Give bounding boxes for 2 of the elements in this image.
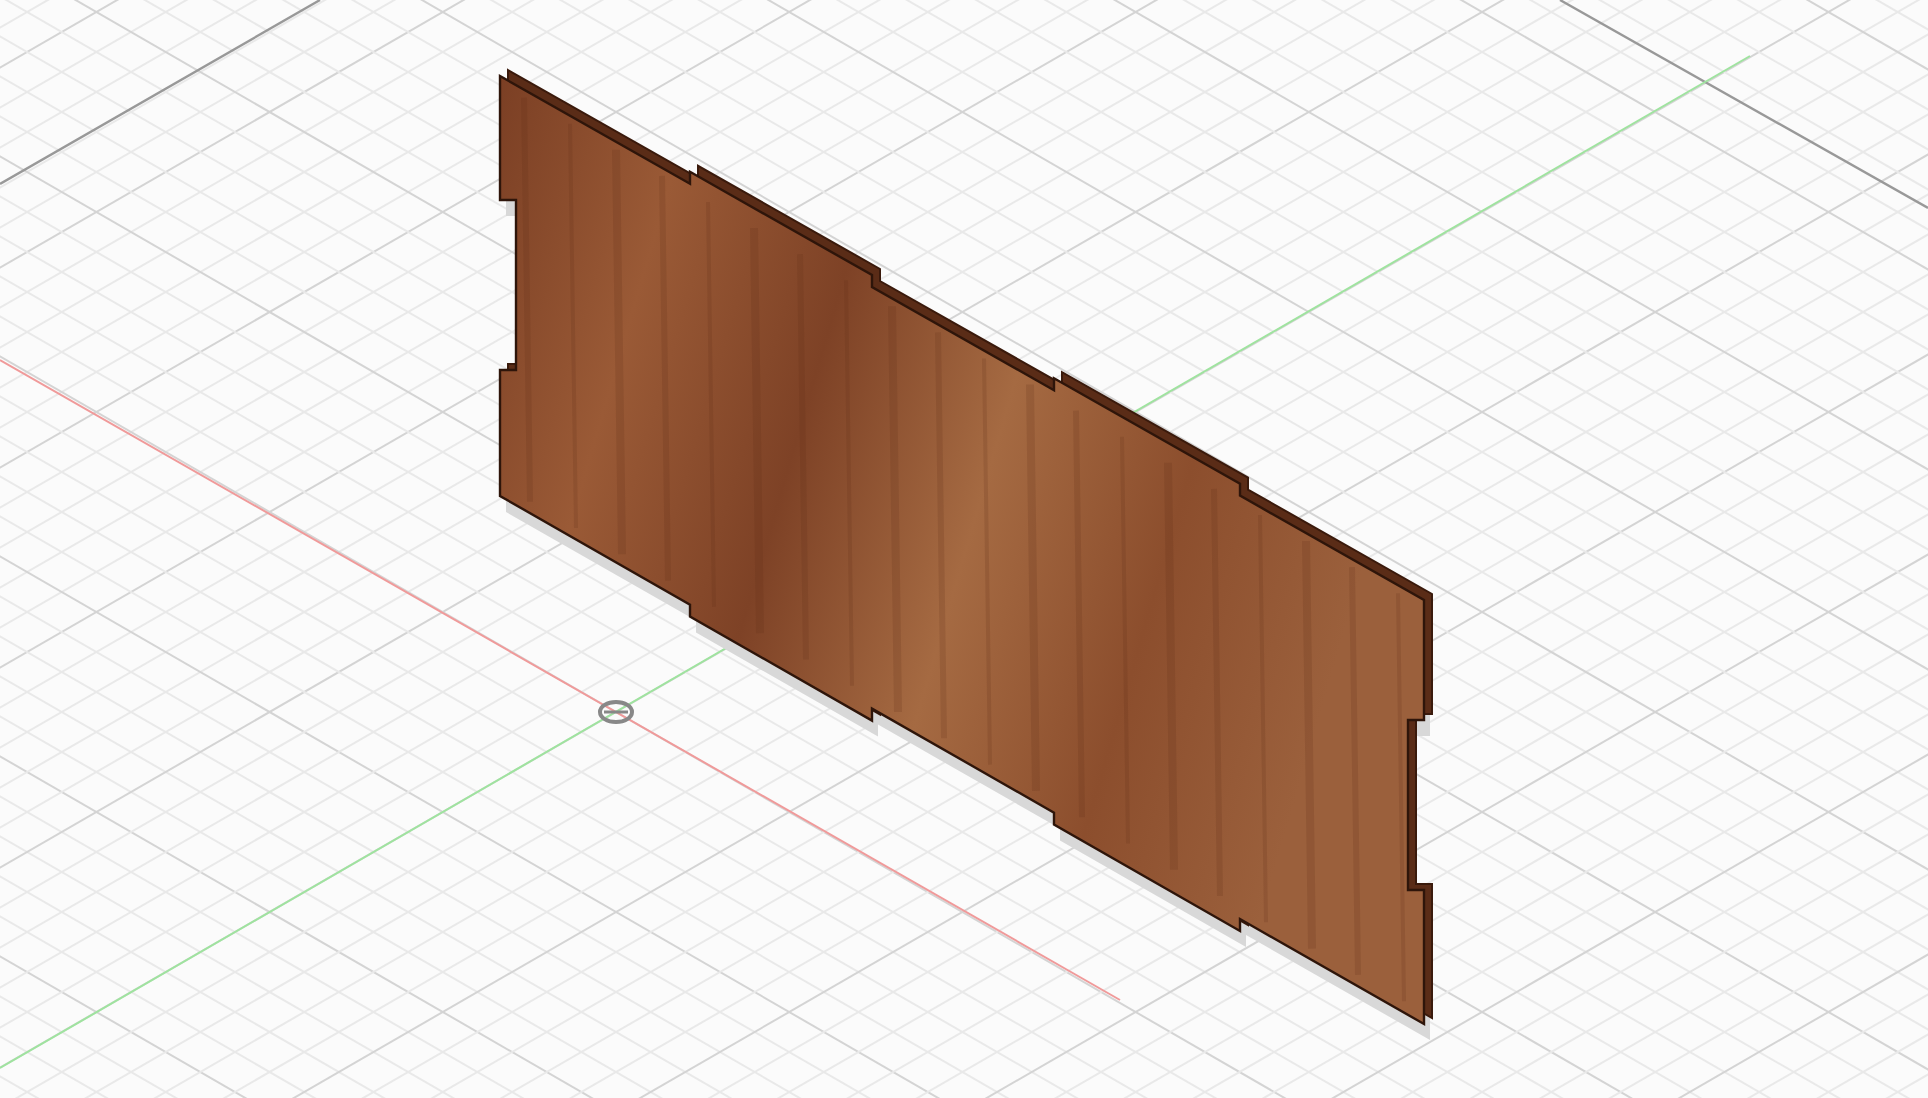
wood-panel-drawing[interactable] (498, 68, 1433, 1040)
3d-viewport[interactable] (0, 0, 1928, 1098)
